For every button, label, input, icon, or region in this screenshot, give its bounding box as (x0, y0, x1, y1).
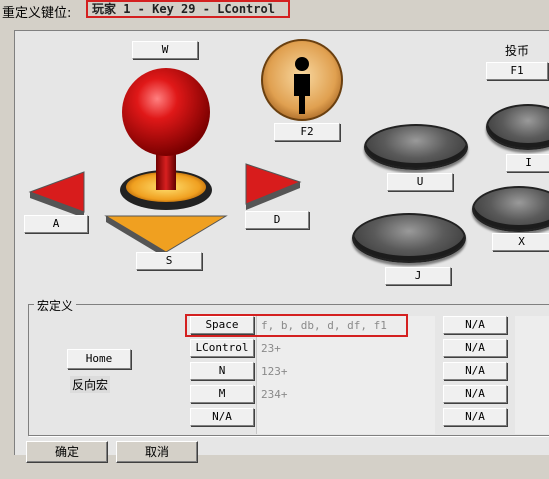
key-start[interactable]: F2 (274, 123, 340, 141)
macro-sequence-3[interactable]: 123+ (261, 365, 288, 378)
start-button-graphic[interactable] (258, 38, 348, 128)
macro-trigger-2[interactable]: LControl (190, 339, 254, 357)
macro-extra-4[interactable]: N/A (443, 385, 507, 403)
macro-sequence-2[interactable]: 23+ (261, 342, 281, 355)
macro-extra-5[interactable]: N/A (443, 408, 507, 426)
arrow-down-icon (104, 215, 228, 253)
key-x[interactable]: X (492, 233, 549, 251)
title-bar: 重定义键位: 玩家 1 - Key 29 - LControl (0, 0, 549, 21)
key-j[interactable]: J (385, 267, 451, 285)
key-u[interactable]: U (387, 173, 453, 191)
key-down[interactable]: S (136, 252, 202, 270)
macro-extra-3[interactable]: N/A (443, 362, 507, 380)
selected-macro-highlight (185, 314, 408, 337)
macro-extra-2[interactable]: N/A (443, 339, 507, 357)
macro-side-area (515, 316, 549, 434)
macro-extra-1[interactable]: N/A (443, 316, 507, 334)
key-coin[interactable]: F1 (486, 62, 548, 80)
macro-trigger-3[interactable]: N (190, 362, 254, 380)
window-title: 重定义键位: (2, 6, 72, 21)
action-button-u[interactable] (364, 124, 468, 170)
person-icon (295, 57, 309, 71)
key-up[interactable]: W (132, 41, 198, 59)
ok-button[interactable]: 确定 (26, 441, 108, 463)
key-left[interactable]: A (24, 215, 88, 233)
macro-home-key[interactable]: Home (67, 349, 131, 369)
macro-trigger-4[interactable]: M (190, 385, 254, 403)
current-binding-label: 玩家 1 - Key 29 - LControl (86, 0, 290, 18)
macro-legend: 宏定义 (34, 297, 77, 314)
coin-title: 投币 (505, 44, 530, 58)
cancel-button[interactable]: 取消 (116, 441, 198, 463)
joystick-ball-icon (122, 68, 210, 156)
key-right[interactable]: D (245, 211, 309, 229)
macro-trigger-5[interactable]: N/A (190, 408, 254, 426)
macro-sequence-4[interactable]: 234+ (261, 388, 288, 401)
key-i[interactable]: I (506, 154, 549, 172)
reverse-macro-label: 反向宏 (70, 376, 111, 393)
action-button-j[interactable] (352, 213, 466, 263)
